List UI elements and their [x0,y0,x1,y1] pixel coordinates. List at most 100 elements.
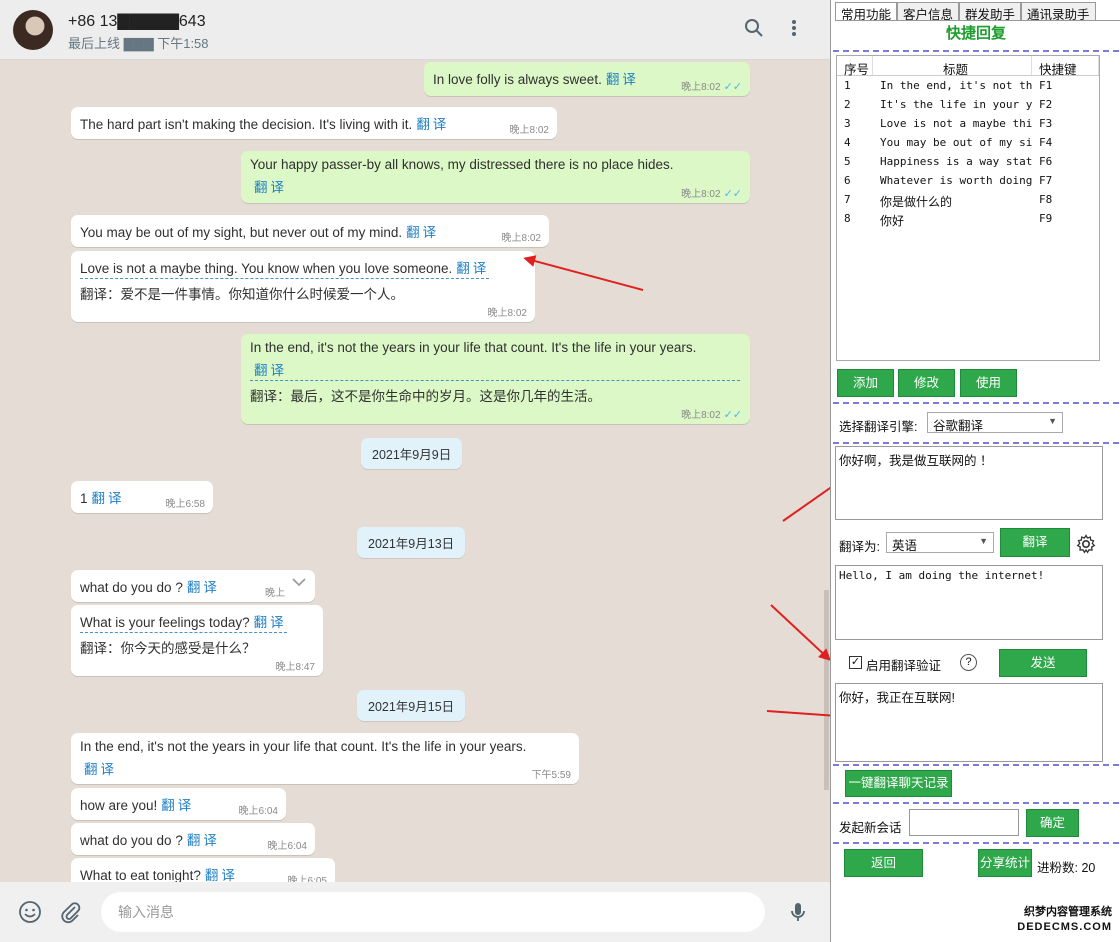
col-no[interactable]: 序号 [837,56,873,77]
translate-link[interactable]: 翻译 [606,72,639,87]
message-bubble[interactable]: The hard part isn't making the decision.… [71,107,557,139]
list-item[interactable]: 1 In the end, it's not the F1 [837,76,1099,95]
add-button[interactable]: 添加 [837,369,894,397]
message-time: 晚上8:02 [681,410,721,421]
use-button[interactable]: 使用 [960,369,1017,397]
chat-header: +86 13▇▇▇▇▇643 最后上线 ▇▇▇ 下午1:58 [0,0,830,60]
translation-result-box[interactable]: Hello, I am doing the internet! [835,565,1103,640]
quick-reply-title: 快捷回复 [945,25,1006,42]
message-bubble[interactable]: 1 翻译 晚上6:58 [71,481,213,513]
translate-to-label: 翻译为: [839,540,880,554]
message-time: 晚上6:04 [267,841,307,852]
message-bubble[interactable]: Love is not a maybe thing. You know when… [71,251,535,322]
message-bubble[interactable]: how are you! 翻译 晚上6:04 [71,788,286,820]
date-chip: 2021年9月15日 [357,690,466,721]
translate-history-button[interactable]: 一键翻译聊天记录 [845,770,952,797]
edit-button[interactable]: 修改 [898,369,955,397]
message-text: what do you do ? [80,833,183,848]
message-bubble[interactable]: what do you do ? 翻译 晚上 [71,570,315,602]
engine-label: 选择翻译引擎: [839,420,918,434]
message-text: 1 [80,491,88,506]
back-button[interactable]: 返回 [844,849,923,877]
message-text: What is your feelings today? [80,615,250,630]
new-chat-input[interactable] [909,809,1019,836]
translate-link[interactable]: 翻译 [84,758,570,778]
message-text: what do you do ? [80,580,183,595]
list-item[interactable]: 6Whatever is worth doing isF7 [837,171,1099,190]
target-language-select[interactable]: 英语 ▼ [886,532,994,553]
translate-link[interactable]: 翻译 [416,117,449,132]
translate-link[interactable]: 翻译 [254,359,740,379]
verify-checkbox[interactable]: ✓ [849,656,862,669]
engine-value: 谷歌翻译 [933,419,984,433]
translate-link[interactable]: 翻译 [92,491,125,506]
translate-link[interactable]: 翻译 [187,580,220,595]
message-list[interactable]: In love folly is always sweet. 翻译 晚上8:02 ✓… [0,60,830,882]
message-bubble[interactable]: Your happy passer-by all knows, my distr… [241,151,750,203]
chevron-down-icon[interactable] [292,574,306,590]
col-title[interactable]: 标题 [873,56,1032,77]
message-bubble[interactable]: what do you do ? 翻译 晚上6:04 [71,823,315,855]
message-input[interactable]: 输入消息 [101,892,765,932]
message-text: What to eat tonight? [80,868,201,882]
message-bubble[interactable]: What is your feelings today? 翻译 翻译：你今天的感受… [71,605,323,676]
divider [833,442,1119,444]
list-item[interactable]: 8 你好 F9 [837,209,1099,228]
engine-select[interactable]: 谷歌翻译 ▼ [927,412,1063,433]
message-bubble[interactable]: In the end, it's not the years in your l… [71,733,579,784]
verify-label: 启用翻译验证 [866,659,942,673]
list-header: 序号 标题 快捷键 [837,56,1099,77]
translate-link[interactable]: 翻译 [161,798,194,813]
list-item[interactable]: 3 Love is not a maybe thing F3 [837,114,1099,133]
tab-common[interactable]: 常用功能 [835,2,898,22]
message-bubble[interactable]: What to eat tonight? 翻译 晚上6:05 [71,858,335,882]
translate-link[interactable]: 翻译 [187,833,220,848]
contact-name[interactable]: +86 13▇▇▇▇▇643 [68,11,206,31]
search-icon[interactable] [742,18,766,42]
attach-icon[interactable] [58,900,84,926]
translate-link[interactable]: 翻译 [456,261,489,276]
message-time: 晚上6:58 [165,499,205,510]
chevron-down-icon: ▼ [1048,416,1057,426]
list-item[interactable]: 7 你是做什么的 F8 [837,190,1099,209]
gear-icon[interactable] [1076,534,1096,554]
tab-contacts[interactable]: 通讯录助手 [1021,2,1096,22]
translation-text: 翻译：最后，这不是你生命中的岁月。这是你几年的生活。 [250,389,601,404]
tab-broadcast[interactable]: 群发助手 [959,2,1022,22]
microphone-icon[interactable] [785,900,811,926]
divider [833,764,1119,766]
quick-reply-list[interactable]: 序号 标题 快捷键 1 In the end, it's not the F1 2I… [836,55,1100,361]
translate-button[interactable]: 翻译 [1000,528,1070,557]
scrollbar[interactable] [824,590,829,790]
message-text: The hard part isn't making the decision.… [80,117,413,132]
translate-link[interactable]: 翻译 [406,225,439,240]
message-time: 晚上6:04 [238,806,278,817]
divider [833,842,1119,844]
source-text-box[interactable]: 你好啊，我是做互联网的 ！ [835,446,1103,520]
list-item[interactable]: 2It's the life in your yearsF2 [837,95,1099,114]
message-bubble[interactable]: In the end, it's not the years in your l… [241,334,750,424]
message-time: 晚上8:02 [681,189,721,200]
send-button[interactable]: 发送 [999,649,1087,677]
menu-icon[interactable] [782,18,806,42]
share-stats-button[interactable]: 分享统计 [978,849,1032,877]
emoji-icon[interactable] [17,900,43,926]
confirm-button[interactable]: 确定 [1026,809,1079,837]
message-time: 晚上6:05 [287,876,327,882]
translate-link[interactable]: 翻译 [254,615,287,630]
help-icon[interactable]: ? [960,654,977,671]
list-item[interactable]: 4You may be out of my sightF4 [837,133,1099,152]
list-item[interactable]: 5Happiness is a way stationF6 [837,152,1099,171]
avatar[interactable] [13,10,53,50]
translate-link[interactable]: 翻译 [205,868,238,882]
message-time: 晚上8:02 [501,233,541,244]
message-text: how are you! [80,798,158,813]
tab-customer-info[interactable]: 客户信息 [897,2,960,22]
divider [833,50,1119,52]
chevron-down-icon: ▼ [979,536,988,546]
verify-text-box[interactable]: 你好，我正在互联网! [835,683,1103,762]
col-key[interactable]: 快捷键 [1032,56,1099,77]
translate-link[interactable]: 翻译 [254,176,741,196]
message-bubble[interactable]: You may be out of my sight, but never ou… [71,215,549,247]
message-bubble[interactable]: In love folly is always sweet. 翻译 晚上8:02 ✓… [424,62,750,96]
